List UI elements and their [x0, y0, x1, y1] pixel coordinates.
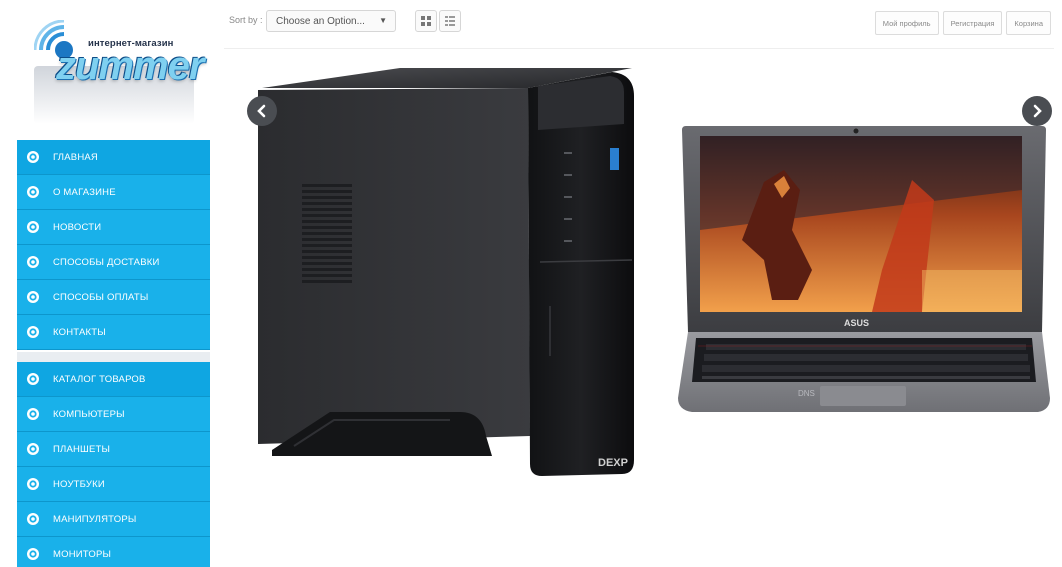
catalog-menu-item-label: НОУТБУКИ	[53, 478, 105, 490]
grid-view-icon	[421, 16, 431, 26]
list-view-icon	[445, 16, 455, 26]
user-links: Мой профиль Регистрация Корзина	[871, 11, 1051, 35]
cart-link[interactable]: Корзина	[1006, 11, 1051, 35]
gear-icon	[26, 220, 40, 234]
toolbar: Sort by : Choose an Option... ▼ Мой проф…	[212, 0, 1062, 48]
catalog-menu: КАТАЛОГ ТОВАРОВ КОМПЬЮТЕРЫ ПЛАНШЕТЫ НОУТБУК…	[17, 362, 210, 567]
gear-icon	[26, 512, 40, 526]
main-menu-item[interactable]: ГЛАВНАЯ	[17, 140, 210, 175]
main-menu-item[interactable]: СПОСОБЫ ДОСТАВКИ	[17, 245, 210, 280]
catalog-menu-item-label: ПЛАНШЕТЫ	[53, 443, 111, 455]
main-menu-item[interactable]: СПОСОБЫ ОПЛАТЫ	[17, 280, 210, 315]
catalog-menu-item[interactable]: ПЛАНШЕТЫ	[17, 432, 210, 467]
main-menu-item-label: ГЛАВНАЯ	[53, 151, 98, 163]
catalog-menu-item[interactable]: НОУТБУКИ	[17, 467, 210, 502]
main-menu-item-label: СПОСОБЫ ОПЛАТЫ	[53, 291, 149, 303]
slider-prev-button[interactable]	[247, 96, 277, 126]
main-menu-item[interactable]: НОВОСТИ	[17, 210, 210, 245]
main-menu-item-label: О МАГАЗИНЕ	[53, 186, 116, 198]
catalog-menu-item-label: МАНИПУЛЯТОРЫ	[53, 513, 137, 525]
laptop-watermark: DNS	[798, 389, 815, 398]
sort-selected-value: Choose an Option...	[276, 15, 365, 27]
catalog-menu-item-label: КАТАЛОГ ТОВАРОВ	[53, 373, 146, 385]
laptop-brand-label: ASUS	[844, 318, 869, 328]
main-menu-item[interactable]: О МАГАЗИНЕ	[17, 175, 210, 210]
main-menu-item-label: НОВОСТИ	[53, 221, 102, 233]
sort-label: Sort by :	[229, 15, 263, 25]
catalog-menu-item[interactable]: МАНИПУЛЯТОРЫ	[17, 502, 210, 537]
gear-icon	[26, 547, 40, 561]
site-logo[interactable]: интернет-магазин zummer	[20, 14, 204, 124]
grid-view-button[interactable]	[415, 10, 437, 32]
logo-brand: zummer	[56, 44, 204, 88]
caret-down-icon: ▼	[379, 16, 387, 25]
main-menu-item-label: СПОСОБЫ ДОСТАВКИ	[53, 256, 160, 268]
catalog-menu-item[interactable]: КАТАЛОГ ТОВАРОВ	[17, 362, 210, 397]
chevron-right-icon	[1033, 104, 1042, 118]
catalog-menu-item[interactable]: МОНИТОРЫ	[17, 537, 210, 567]
profile-link[interactable]: Мой профиль	[874, 11, 939, 35]
catalog-menu-item[interactable]: КОМПЬЮТЕРЫ	[17, 397, 210, 432]
menu-divider	[17, 352, 210, 362]
sort-select[interactable]: Choose an Option... ▼	[266, 10, 396, 32]
gear-icon	[26, 150, 40, 164]
desktop-pc-image[interactable]: DEXP	[250, 66, 640, 478]
sidebar: интернет-магазин zummer ГЛАВНАЯ О МАГАЗИН…	[0, 0, 212, 567]
gear-icon	[26, 477, 40, 491]
gear-icon	[26, 442, 40, 456]
chevron-left-icon	[257, 104, 266, 118]
register-link[interactable]: Регистрация	[942, 11, 1003, 35]
main-menu-item[interactable]: КОНТАКТЫ	[17, 315, 210, 350]
main-menu-item-label: КОНТАКТЫ	[53, 326, 106, 338]
pc-brand-label: DEXP	[598, 457, 628, 469]
gear-icon	[26, 325, 40, 339]
gear-icon	[26, 255, 40, 269]
laptop-image[interactable]: ASUS DNS	[672, 120, 1052, 424]
gear-icon	[26, 185, 40, 199]
main-menu: ГЛАВНАЯ О МАГАЗИНЕ НОВОСТИ СПОСОБЫ ДОСТАВКИ…	[17, 140, 210, 350]
catalog-menu-item-label: МОНИТОРЫ	[53, 548, 112, 560]
list-view-button[interactable]	[439, 10, 461, 32]
gear-icon	[26, 372, 40, 386]
gear-icon	[26, 407, 40, 421]
catalog-menu-item-label: КОМПЬЮТЕРЫ	[53, 408, 125, 420]
toolbar-divider	[224, 48, 1054, 49]
product-slider: DEXP ASUS DNS	[240, 60, 1062, 500]
gear-icon	[26, 290, 40, 304]
slider-next-button[interactable]	[1022, 96, 1052, 126]
